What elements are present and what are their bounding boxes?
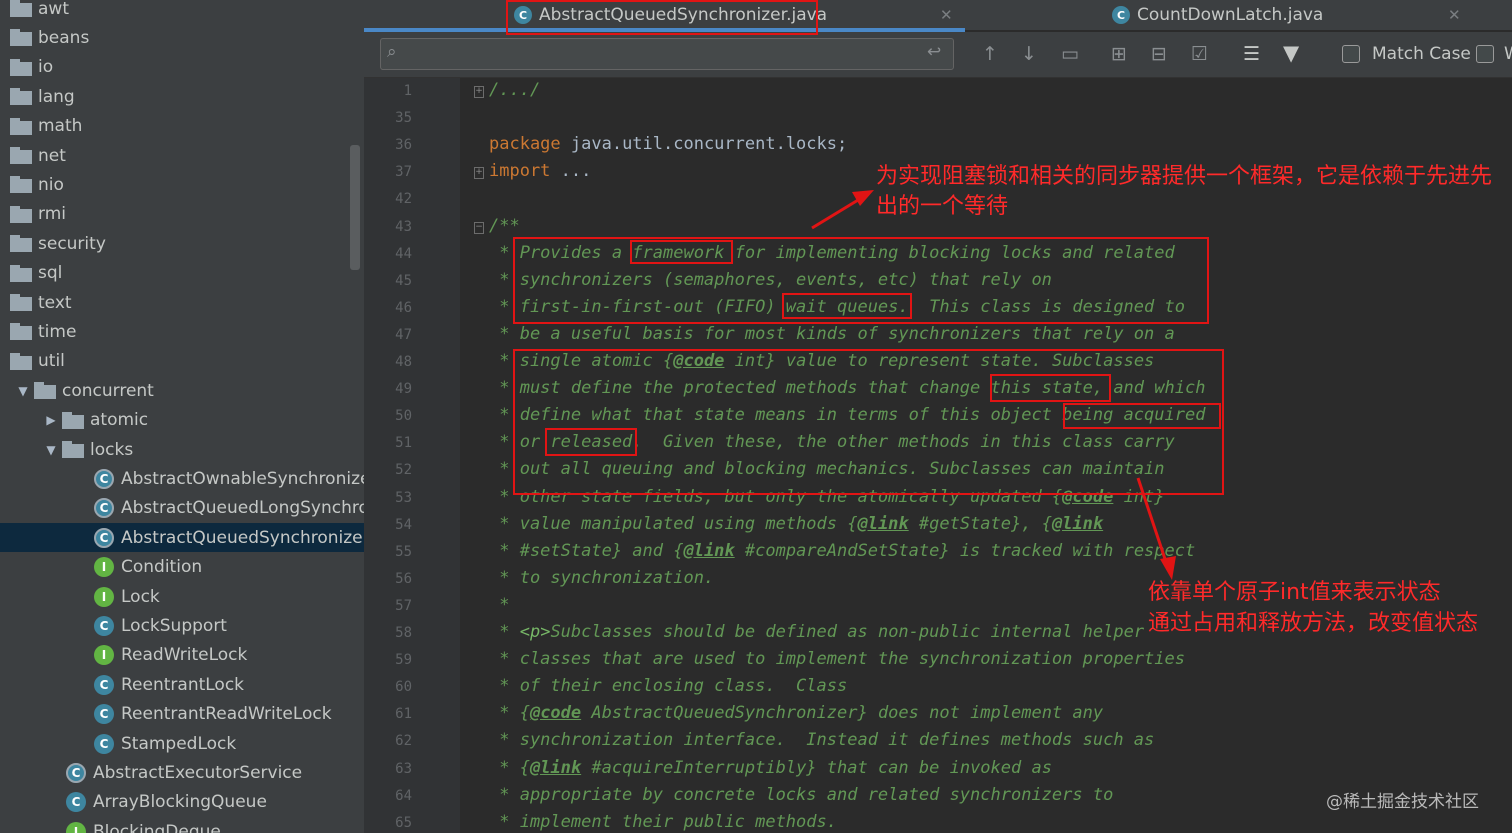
annotation-state-note-2: 通过占用和释放方法，改变值状态 [1148,611,1479,636]
annotation-state-note-1: 依靠单个原子int值来表示状态 [1148,580,1441,605]
annotation-framework-note: 为实现阻塞锁和相关的同步器提供一个框架，它是依赖于先进先出的一个等待 [876,164,1493,219]
annotation-arrows [811,190,1176,580]
watermark: @稀土掘金技术社区 [1326,792,1479,812]
